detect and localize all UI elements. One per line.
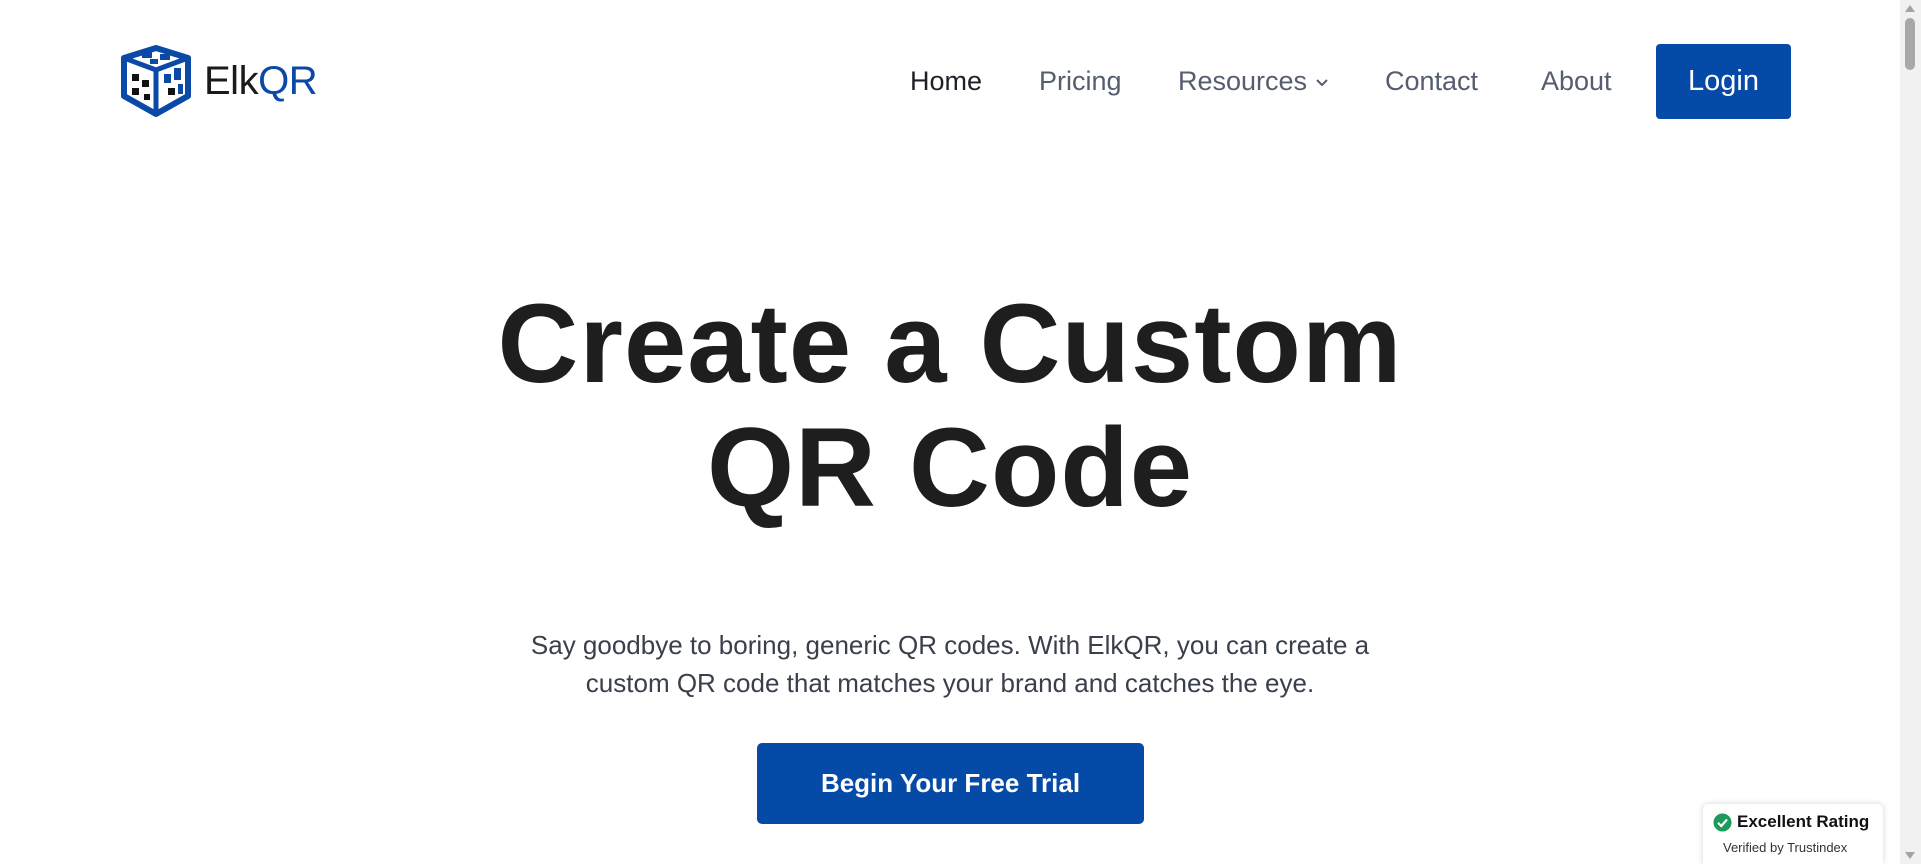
- chevron-down-icon: [1316, 78, 1328, 86]
- main-nav: Home Pricing Resources Contact About Log…: [0, 44, 1900, 119]
- check-circle-icon: [1713, 813, 1732, 831]
- hero-title-line2: QR Code: [706, 405, 1194, 530]
- scroll-down-arrow-icon[interactable]: [1905, 852, 1915, 859]
- hero-subtitle-line1: Say goodbye to boring, generic QR codes.…: [530, 630, 1370, 660]
- nav-item-contact[interactable]: Contact: [1385, 66, 1478, 97]
- hero-subtitle: Say goodbye to boring, generic QR codes.…: [500, 626, 1400, 702]
- badge-subtitle: Verified by Trustindex: [1723, 840, 1848, 855]
- scroll-up-arrow-icon[interactable]: [1905, 5, 1915, 12]
- trustindex-badge[interactable]: Excellent Rating Verified by Trustindex: [1703, 804, 1883, 864]
- login-button[interactable]: Login: [1656, 44, 1791, 119]
- nav-item-resources[interactable]: Resources: [1178, 66, 1329, 97]
- nav-item-resources-label: Resources: [1178, 66, 1308, 96]
- badge-header: Excellent Rating: [1713, 812, 1883, 832]
- nav-item-pricing[interactable]: Pricing: [1039, 66, 1122, 97]
- scroll-thumb[interactable]: [1905, 18, 1915, 70]
- nav-item-about[interactable]: About: [1541, 66, 1612, 97]
- hero-subtitle-line2: custom QR code that matches your brand a…: [585, 668, 1315, 698]
- hero-title-line1: Create a Custom: [497, 281, 1403, 406]
- page-scrollbar[interactable]: [1900, 0, 1921, 864]
- badge-title: Excellent Rating: [1737, 812, 1870, 831]
- hero-title: Create a Custom QR Code: [0, 282, 1900, 530]
- nav-item-home[interactable]: Home: [910, 66, 982, 97]
- page: ElkQR Home Pricing Resources Contact Abo…: [0, 0, 1900, 864]
- free-trial-button[interactable]: Begin Your Free Trial: [757, 743, 1144, 824]
